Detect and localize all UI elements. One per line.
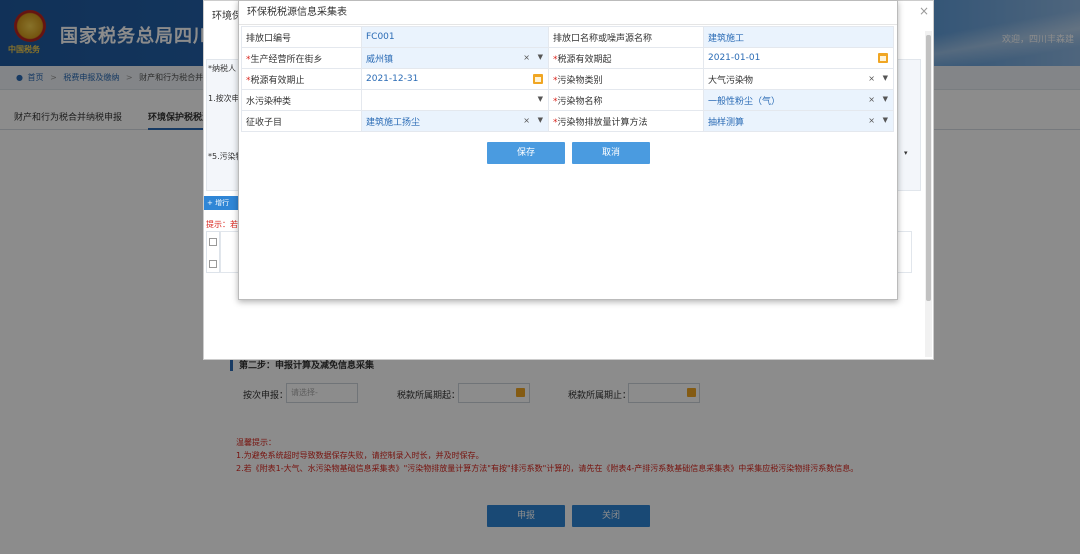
valid-from-value: 2021-01-01 [708, 53, 761, 63]
form-row: 排放口编号 FC001 排放口名称或噪声源名称 建筑施工 [241, 26, 894, 48]
form-row: 水污染种类 ▼ *污染物名称 一般性粉尘（气） × ▼ [241, 89, 894, 111]
water-pollution-type-label: 水污染种类 [241, 89, 362, 111]
sub-item-value: 建筑施工扬尘 [366, 117, 421, 128]
cancel-button[interactable]: 取消 [572, 142, 650, 164]
valid-from-input[interactable]: 2021-01-01 [703, 47, 894, 69]
valid-from-label: *税源有效期起 [548, 47, 704, 69]
valid-to-input[interactable]: 2021-12-31 [361, 68, 549, 90]
valid-to-label: *税源有效期止 [241, 68, 362, 90]
water-pollution-type-select[interactable]: ▼ [361, 89, 549, 111]
tax-source-dialog: 环保税税源信息采集表 排放口编号 FC001 排放口名称或噪声源名称 建筑施工 … [238, 0, 898, 300]
scrollbar[interactable] [925, 31, 932, 357]
scrollbar-thumb[interactable] [926, 35, 931, 301]
outlet-code-value: FC001 [366, 32, 395, 42]
street-select[interactable]: 威州镇 × ▼ [361, 47, 549, 69]
outlet-name-label: 排放口名称或噪声源名称 [548, 26, 704, 48]
calendar-icon[interactable] [878, 53, 888, 63]
street-label: *生产经营所在街乡 [241, 47, 362, 69]
chevron-down-icon[interactable]: ▼ [538, 95, 543, 103]
outlet-code-field[interactable]: FC001 [361, 26, 549, 48]
hint-text: 提示：若 [206, 220, 238, 229]
pollutant-name-select[interactable]: 一般性粉尘（气） × ▼ [703, 89, 894, 111]
pollutant-name-value: 一般性粉尘（气） [708, 96, 781, 107]
sub-item-label: 征收子目 [241, 110, 362, 132]
clear-icon[interactable]: × [868, 74, 875, 83]
add-row-button[interactable]: + 增行 [204, 196, 238, 210]
outlet-name-value: 建筑施工 [708, 33, 745, 44]
chevron-down-icon[interactable]: ▾ [904, 149, 908, 157]
calendar-icon[interactable] [533, 74, 543, 84]
select-all-checkbox[interactable] [209, 238, 217, 246]
outlet-code-label: 排放口编号 [241, 26, 362, 48]
once-label: 1.按次申 [208, 94, 240, 103]
chevron-down-icon[interactable]: ▼ [883, 95, 888, 103]
pollutant-category-label: *污染物类别 [548, 68, 704, 90]
clear-icon[interactable]: × [868, 95, 875, 104]
form-row: 征收子目 建筑施工扬尘 × ▼ *污染物排放量计算方法 抽样测算 × ▼ [241, 110, 894, 132]
chevron-down-icon[interactable]: ▼ [538, 53, 543, 61]
calc-method-label: *污染物排放量计算方法 [548, 110, 704, 132]
valid-to-value: 2021-12-31 [366, 74, 419, 84]
pollutant-category-value: 大气污染物 [708, 75, 754, 86]
pollutant-name-label: *污染物名称 [548, 89, 704, 111]
outlet-name-field[interactable]: 建筑施工 [703, 26, 894, 48]
clear-icon[interactable]: × [868, 116, 875, 125]
row-table [206, 231, 220, 273]
chevron-down-icon[interactable]: ▼ [538, 116, 543, 124]
clear-icon[interactable]: × [523, 116, 530, 125]
save-button[interactable]: 保存 [487, 142, 565, 164]
calc-method-value: 抽样测算 [708, 117, 745, 128]
tax-source-dialog-title: 环保税税源信息采集表 [239, 1, 897, 25]
form-row: *税源有效期止 2021-12-31 *污染物类别 大气污染物 × ▼ [241, 68, 894, 90]
close-icon[interactable]: × [919, 4, 929, 18]
clear-icon[interactable]: × [523, 53, 530, 62]
sub-item-select[interactable]: 建筑施工扬尘 × ▼ [361, 110, 549, 132]
tax-source-form: 排放口编号 FC001 排放口名称或噪声源名称 建筑施工 *生产经营所在街乡 威… [241, 26, 894, 132]
street-value: 威州镇 [366, 54, 394, 65]
form-row: *生产经营所在街乡 威州镇 × ▼ *税源有效期起 2021-01-01 [241, 47, 894, 69]
calc-method-select[interactable]: 抽样测算 × ▼ [703, 110, 894, 132]
chevron-down-icon[interactable]: ▼ [883, 116, 888, 124]
pollutant-category-select[interactable]: 大气污染物 × ▼ [703, 68, 894, 90]
taxpayer-label: *纳税人 [208, 64, 236, 73]
row-checkbox[interactable] [209, 260, 217, 268]
chevron-down-icon[interactable]: ▼ [883, 74, 888, 82]
